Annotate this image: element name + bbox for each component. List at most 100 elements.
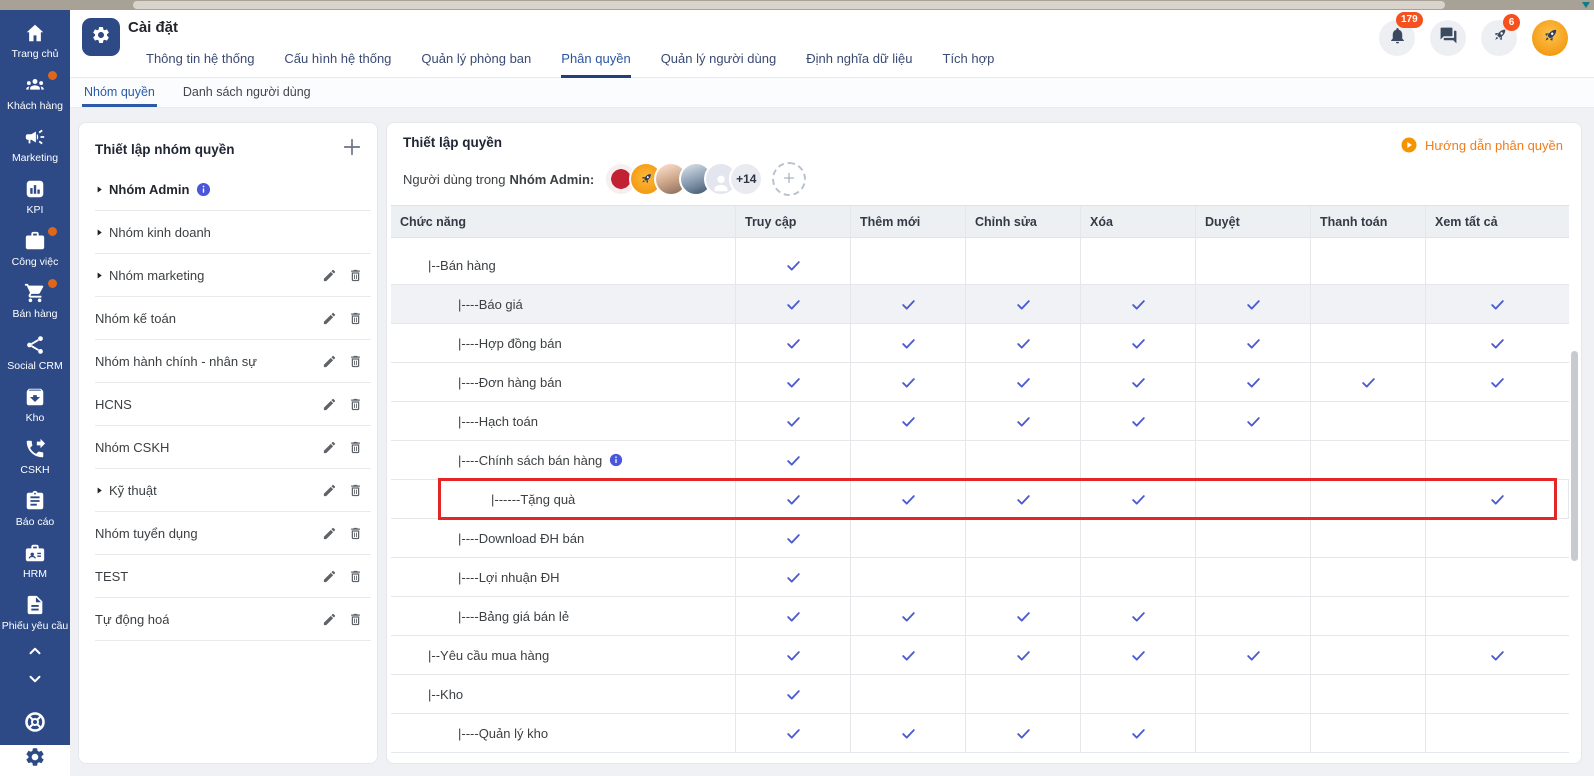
permission-cell[interactable] [1311, 285, 1426, 323]
user-avatar[interactable] [1532, 20, 1568, 56]
permission-cell[interactable] [736, 714, 851, 752]
header-tab[interactable]: Thông tin hệ thống [146, 51, 254, 78]
permission-cell[interactable] [1081, 714, 1196, 752]
permission-cell[interactable] [1196, 324, 1311, 362]
permission-cell[interactable] [851, 324, 966, 362]
permission-cell[interactable] [851, 363, 966, 401]
header-tab[interactable]: Quản lý người dùng [661, 51, 777, 78]
permission-group-item[interactable]: TEST [79, 555, 377, 598]
permission-cell[interactable] [1426, 675, 1569, 713]
header-tab[interactable]: Quản lý phòng ban [421, 51, 531, 78]
permission-cell[interactable] [1426, 246, 1569, 284]
settings-shortcut[interactable] [0, 745, 70, 776]
permission-cell[interactable] [966, 597, 1081, 635]
more-users-chip[interactable]: +14 [729, 162, 763, 196]
permission-group-item[interactable]: HCNS [79, 383, 377, 426]
delete-icon[interactable] [348, 311, 363, 326]
permission-cell[interactable] [1311, 597, 1426, 635]
permission-cell[interactable] [736, 597, 851, 635]
sidebar-scroll-down[interactable] [0, 667, 70, 695]
permission-cell[interactable] [1311, 246, 1426, 284]
sub-tab[interactable]: Danh sách người dùng [183, 78, 311, 107]
permission-cell[interactable] [1311, 441, 1426, 479]
permission-cell[interactable] [1196, 558, 1311, 596]
permission-cell[interactable] [736, 636, 851, 674]
permission-group-item[interactable]: Nhóm hành chính - nhân sự [79, 340, 377, 383]
edit-icon[interactable] [322, 268, 337, 283]
permission-cell[interactable] [1196, 636, 1311, 674]
permission-cell[interactable] [736, 675, 851, 713]
sidebar-item[interactable]: Trang chủ [0, 15, 70, 67]
edit-icon[interactable] [322, 526, 337, 541]
permission-cell[interactable] [966, 441, 1081, 479]
delete-icon[interactable] [348, 569, 363, 584]
permission-cell[interactable] [1311, 324, 1426, 362]
permission-cell[interactable] [1426, 441, 1569, 479]
edit-icon[interactable] [322, 354, 337, 369]
permission-cell[interactable] [851, 285, 966, 323]
permission-cell[interactable] [1311, 363, 1426, 401]
edit-icon[interactable] [322, 397, 337, 412]
permission-cell[interactable] [1196, 285, 1311, 323]
delete-icon[interactable] [348, 397, 363, 412]
permission-cell[interactable] [851, 480, 966, 518]
permission-cell[interactable] [1196, 246, 1311, 284]
permission-cell[interactable] [1196, 363, 1311, 401]
delete-icon[interactable] [348, 612, 363, 627]
vertical-scrollbar-thumb[interactable] [1571, 351, 1578, 561]
permission-cell[interactable] [851, 519, 966, 557]
permission-cell[interactable] [1426, 714, 1569, 752]
horizontal-scrollbar[interactable] [0, 0, 1594, 10]
permission-cell[interactable] [966, 402, 1081, 440]
permission-cell[interactable] [1426, 558, 1569, 596]
help-button[interactable] [0, 709, 70, 739]
permission-cell[interactable] [736, 402, 851, 440]
permission-cell[interactable] [1196, 714, 1311, 752]
permission-cell[interactable] [1196, 675, 1311, 713]
updates-button[interactable]: 6 [1481, 20, 1517, 56]
sidebar-item[interactable]: Kho [0, 379, 70, 431]
permission-cell[interactable] [851, 714, 966, 752]
permission-group-item[interactable]: Nhóm kinh doanh [79, 211, 377, 254]
header-tab[interactable]: Cấu hình hệ thống [284, 51, 391, 78]
permission-cell[interactable] [1081, 597, 1196, 635]
edit-icon[interactable] [322, 311, 337, 326]
permission-cell[interactable] [851, 597, 966, 635]
sidebar-scroll-up[interactable] [0, 639, 70, 667]
permission-group-item[interactable]: Tự động hoá [79, 598, 377, 641]
permission-cell[interactable] [1311, 558, 1426, 596]
sidebar-item[interactable]: Social CRM [0, 327, 70, 379]
delete-icon[interactable] [348, 354, 363, 369]
permission-group-item[interactable]: Nhóm kế toán [79, 297, 377, 340]
permission-cell[interactable] [966, 285, 1081, 323]
sidebar-item[interactable]: Khách hàng [0, 67, 70, 119]
permission-cell[interactable] [1311, 636, 1426, 674]
permission-cell[interactable] [1426, 519, 1569, 557]
permission-cell[interactable] [966, 675, 1081, 713]
permission-cell[interactable] [966, 246, 1081, 284]
permission-cell[interactable] [851, 636, 966, 674]
permission-cell[interactable] [966, 558, 1081, 596]
permission-cell[interactable] [736, 285, 851, 323]
permission-cell[interactable] [966, 324, 1081, 362]
sidebar-item[interactable]: Báo cáo [0, 483, 70, 535]
delete-icon[interactable] [348, 440, 363, 455]
permission-cell[interactable] [1311, 714, 1426, 752]
delete-icon[interactable] [348, 268, 363, 283]
permission-cell[interactable] [966, 519, 1081, 557]
permission-cell[interactable] [736, 324, 851, 362]
permission-cell[interactable] [1426, 324, 1569, 362]
permission-cell[interactable] [1081, 324, 1196, 362]
header-tab[interactable]: Tích hợp [943, 51, 995, 78]
permission-group-item[interactable]: Nhóm marketing [79, 254, 377, 297]
permission-cell[interactable] [1081, 675, 1196, 713]
permission-cell[interactable] [1311, 480, 1426, 518]
permission-cell[interactable] [966, 636, 1081, 674]
permission-cell[interactable] [736, 441, 851, 479]
permission-cell[interactable] [1311, 402, 1426, 440]
permission-cell[interactable] [1081, 441, 1196, 479]
permission-cell[interactable] [1081, 285, 1196, 323]
sidebar-item[interactable]: Phiếu yêu cầu [0, 587, 70, 639]
edit-icon[interactable] [322, 612, 337, 627]
permission-cell[interactable] [736, 558, 851, 596]
